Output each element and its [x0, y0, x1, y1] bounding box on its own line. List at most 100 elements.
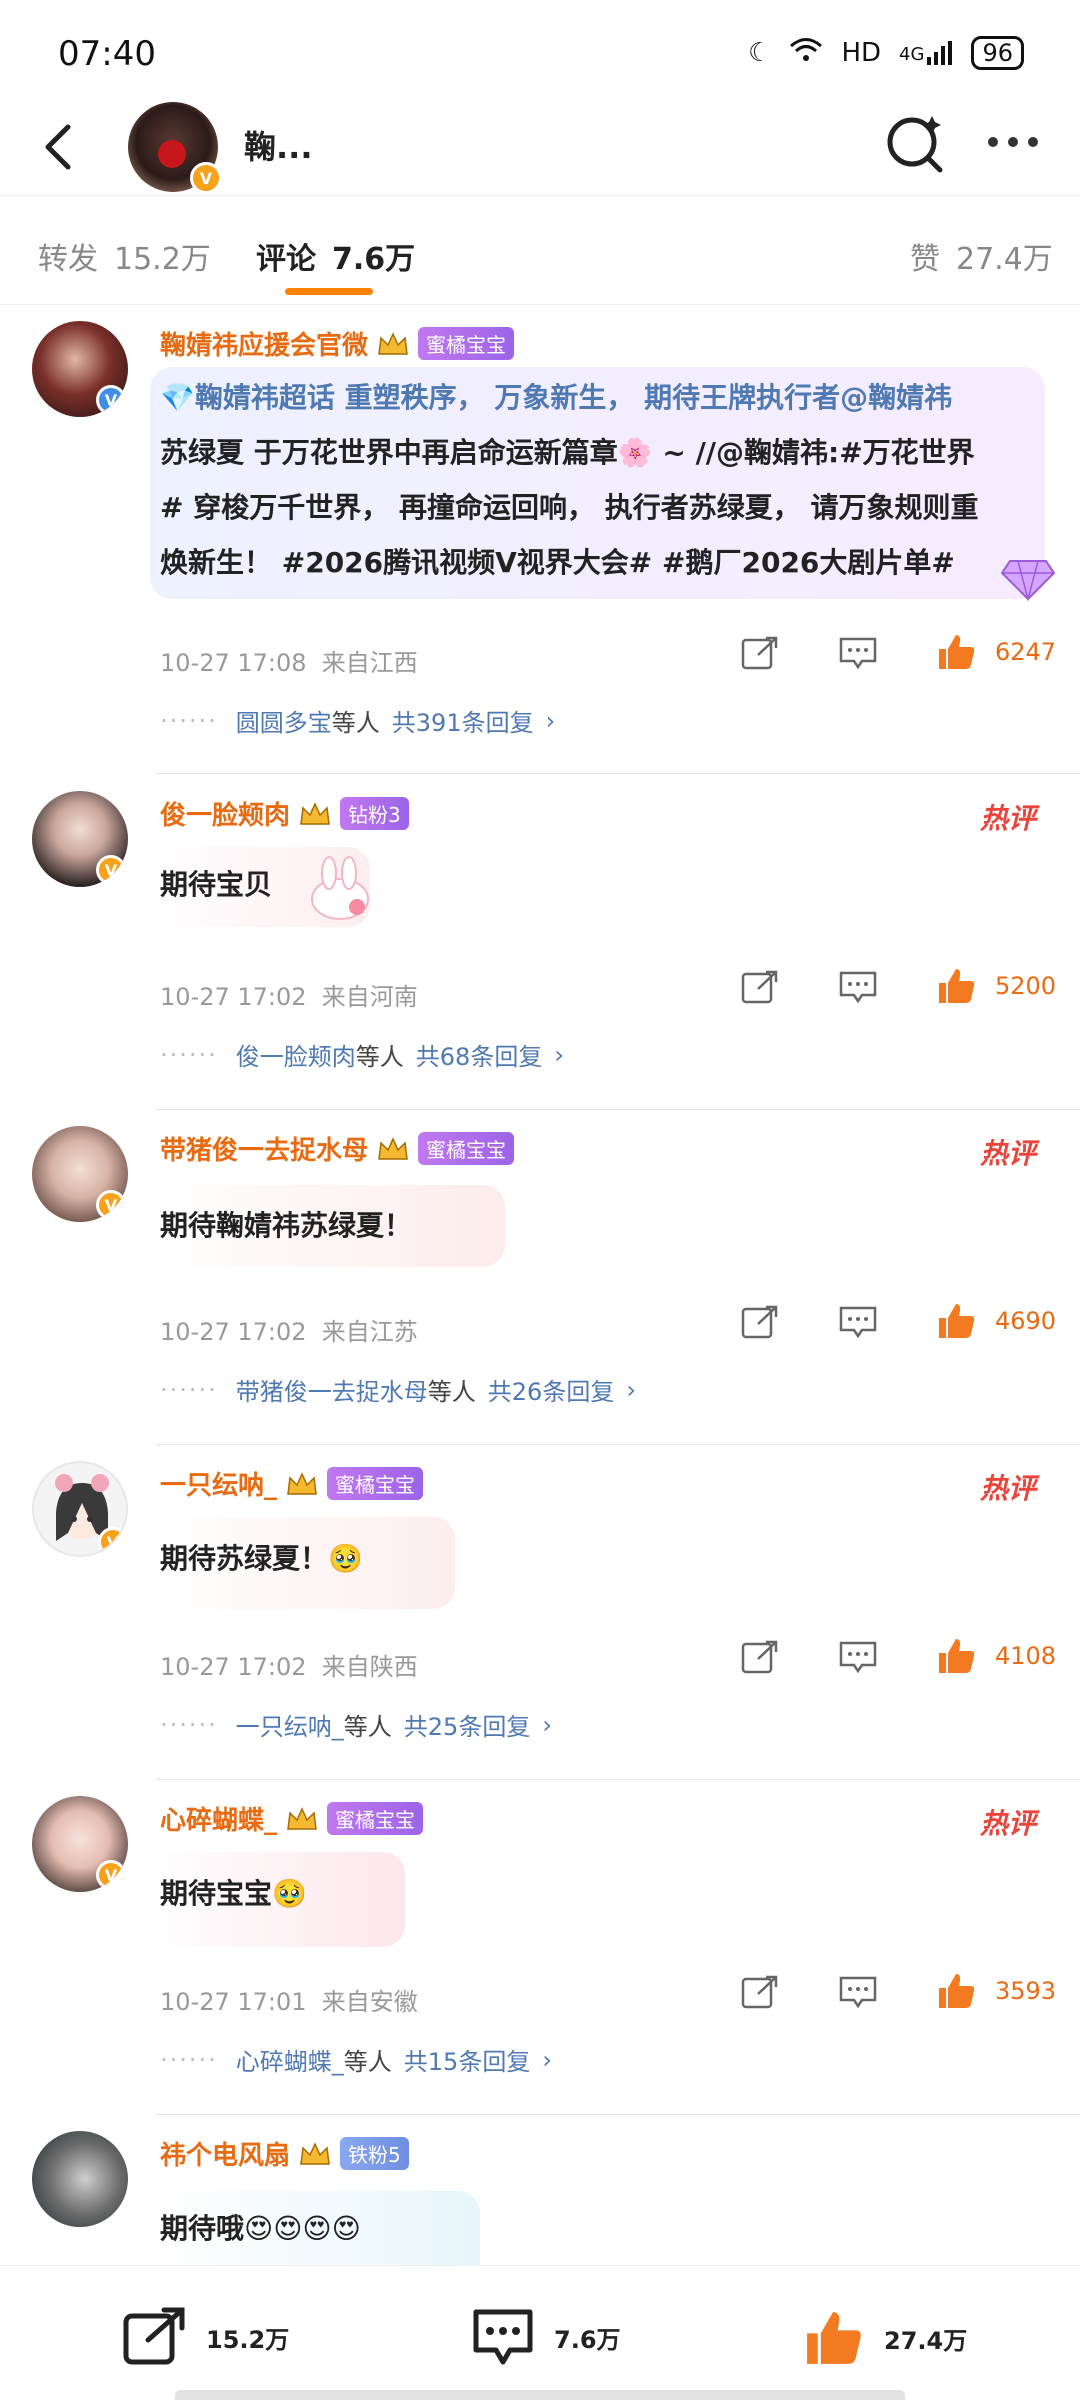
thumbs-up-icon [939, 1974, 975, 2008]
commenter-name[interactable]: 鞠婧祎应援会官微 [160, 325, 368, 362]
comment-text-line[interactable]: 苏绿夏 于万花世界中再启命运新篇章🌸 ~ //@鞠婧祎:#万花世界 [160, 425, 975, 480]
page-title[interactable]: 鞠... [244, 122, 312, 168]
repost-button[interactable]: 15.2万 [122, 2306, 289, 2368]
search-button[interactable] [880, 106, 950, 176]
author-avatar[interactable]: V [128, 102, 222, 194]
tab-comments[interactable]: 评论 7.6万 [256, 234, 415, 278]
search-icon [887, 116, 943, 173]
share-icon[interactable] [740, 969, 780, 1005]
active-tab-indicator [285, 288, 373, 295]
commenter-avatar[interactable]: V [32, 1796, 128, 1892]
comment-text[interactable]: 期待鞠婧祎苏绿夏！ [160, 1198, 412, 1253]
commenter-info: 俊一脸颊肉 钻粉3 [160, 795, 409, 832]
share-icon[interactable] [740, 635, 780, 671]
verified-badge-icon: V [96, 385, 126, 415]
comment-text-line[interactable]: 焕新生！ #2026腾讯视频V视界大会# #鹅厂2026大剧片单# [160, 535, 955, 590]
comment-text-line[interactable]: # 穿梭万千世界， 再撞命运回响， 执行者苏绿夏， 请万象规则重 [160, 480, 978, 535]
like-count: 3593 [995, 1977, 1057, 2005]
fan-level-badge: 蜜橘宝宝 [327, 1467, 424, 1500]
reply-icon[interactable] [838, 1304, 878, 1340]
verified-badge-icon: V [96, 1860, 126, 1890]
comment-item[interactable]: V 俊一脸颊肉 钻粉3 热评 期待宝贝 10-27 17:02 来自河南 520… [0, 775, 1080, 1110]
like-button[interactable]: 4108 [935, 1635, 1056, 1677]
comment-item[interactable]: V 带猪俊一去捉水母 蜜橘宝宝 热评 期待鞠婧祎苏绿夏！ 10-27 17:02… [0, 1110, 1080, 1445]
commenter-name[interactable]: 心碎蝴蝶_ [160, 1800, 277, 1837]
network-label: HD [841, 38, 882, 68]
share-icon[interactable] [740, 1304, 780, 1340]
reply-users: 一只纭呐_ [235, 1713, 344, 1741]
comment-count: 7.6万 [554, 2325, 621, 2354]
reply-icon[interactable] [838, 1974, 878, 2010]
wifi-icon [789, 37, 823, 70]
comment-button[interactable]: 7.6万 [470, 2306, 621, 2368]
commenter-info: 鞠婧祎应援会官微 蜜橘宝宝 [160, 325, 515, 362]
verified-badge-icon: V [96, 855, 126, 885]
reply-summary[interactable]: ······ 一只纭呐_等人 共25条回复 › [160, 1707, 552, 1742]
tab-label: 转发 [38, 242, 98, 277]
commenter-avatar[interactable]: V [32, 1461, 128, 1557]
tab-repost[interactable]: 转发 15.2万 [38, 234, 211, 278]
comment-location: 来自陕西 [321, 1653, 418, 1681]
bunny-sticker-icon [305, 855, 375, 921]
comment-item[interactable]: 祎个电风扇 铁粉5 期待哦😍😍😍😍 [0, 2115, 1080, 2265]
commenter-avatar[interactable]: V [32, 1126, 128, 1222]
comment-text[interactable]: 期待宝贝 [160, 857, 272, 912]
dot-icon [1028, 137, 1038, 147]
comment-text[interactable]: 期待宝宝🥹 [160, 1866, 307, 1921]
commenter-info: 心碎蝴蝶_ 蜜橘宝宝 [160, 1800, 424, 1837]
fan-level-badge: 蜜橘宝宝 [418, 1132, 515, 1165]
commenter-info: 带猪俊一去捉水母 蜜橘宝宝 [160, 1130, 515, 1167]
like-button[interactable]: 5200 [935, 965, 1056, 1007]
verified-badge-icon: V [96, 1190, 126, 1220]
comment-actions [740, 969, 878, 1005]
comment-text[interactable]: 期待苏绿夏！🥹 [160, 1531, 363, 1586]
reply-icon[interactable] [838, 969, 878, 1005]
status-icons: ☾ HD 4G 96 [748, 36, 1024, 70]
comment-actions [740, 1974, 878, 2010]
bottom-action-bar: 15.2万 7.6万 27.4万 [0, 2265, 1080, 2400]
reply-summary[interactable]: ······ 带猪俊一去捉水母等人 共26条回复 › [160, 1372, 636, 1407]
reply-summary[interactable]: ······ 俊一脸颊肉等人 共68条回复 › [160, 1037, 564, 1072]
reply-summary[interactable]: ······ 心碎蝴蝶_等人 共15条回复 › [160, 2042, 552, 2077]
tab-likes[interactable]: 赞 27.4万 [910, 234, 1053, 278]
share-icon[interactable] [740, 1639, 780, 1675]
like-button[interactable]: 27.4万 [800, 2306, 967, 2370]
more-button[interactable] [978, 122, 1048, 162]
reply-users: 带猪俊一去捉水母 [235, 1378, 428, 1406]
chevron-right-icon: › [626, 1375, 636, 1404]
reply-icon[interactable] [838, 1639, 878, 1675]
comment-text-line[interactable]: 💎鞠婧祎超话 重塑秩序， 万象新生， 期待王牌执行者@鞠婧祎 [160, 370, 952, 425]
comment-meta: 10-27 17:01 来自安徽 [160, 1982, 418, 2017]
like-button[interactable]: 4690 [935, 1300, 1056, 1342]
comment-item[interactable]: V 鞠婧祎应援会官微 蜜橘宝宝 💎鞠婧祎超话 重塑秩序， 万象新生， 期待王牌执… [0, 305, 1080, 775]
commenter-name[interactable]: 祎个电风扇 [160, 2135, 290, 2172]
commenter-info: 一只纭呐_ 蜜橘宝宝 [160, 1465, 424, 1502]
like-count: 5200 [995, 972, 1057, 1000]
reply-summary[interactable]: ······ 圆圆多宝等人 共391条回复 › [160, 703, 555, 738]
comment-location: 来自安徽 [321, 1988, 418, 2016]
commenter-name[interactable]: 俊一脸颊肉 [160, 795, 290, 832]
share-icon[interactable] [740, 1974, 780, 2010]
share-icon [123, 2307, 185, 2365]
fan-level-badge: 钻粉3 [340, 797, 409, 830]
like-button[interactable]: 6247 [935, 631, 1056, 673]
comment-item[interactable]: V 一只纭呐_ 蜜橘宝宝 热评 期待苏绿夏！🥹 10-27 17:02 来自陕西… [0, 1445, 1080, 1780]
hot-comment-badge: 热评 [979, 1472, 1036, 1505]
fan-level-badge: 蜜橘宝宝 [418, 327, 515, 360]
commenter-avatar[interactable]: V [32, 321, 128, 417]
status-time: 07:40 [58, 34, 156, 74]
commenter-avatar[interactable] [32, 2131, 128, 2227]
reply-icon[interactable] [838, 635, 878, 671]
commenter-name[interactable]: 一只纭呐_ [160, 1465, 277, 1502]
fan-level-badge: 铁粉5 [340, 2137, 409, 2170]
comment-text[interactable]: 期待哦😍😍😍😍 [160, 2201, 361, 2256]
comment-item[interactable]: V 心碎蝴蝶_ 蜜橘宝宝 热评 期待宝宝🥹 10-27 17:01 来自安徽 3… [0, 1780, 1080, 2115]
crown-icon [298, 800, 332, 828]
commenter-avatar[interactable]: V [32, 791, 128, 887]
back-button[interactable] [30, 112, 90, 182]
like-button[interactable]: 3593 [935, 1970, 1056, 2012]
crown-icon [376, 330, 410, 358]
commenter-name[interactable]: 带猪俊一去捉水母 [160, 1130, 368, 1167]
tab-count: 15.2万 [114, 242, 211, 277]
thumbs-up-icon [807, 2312, 861, 2364]
